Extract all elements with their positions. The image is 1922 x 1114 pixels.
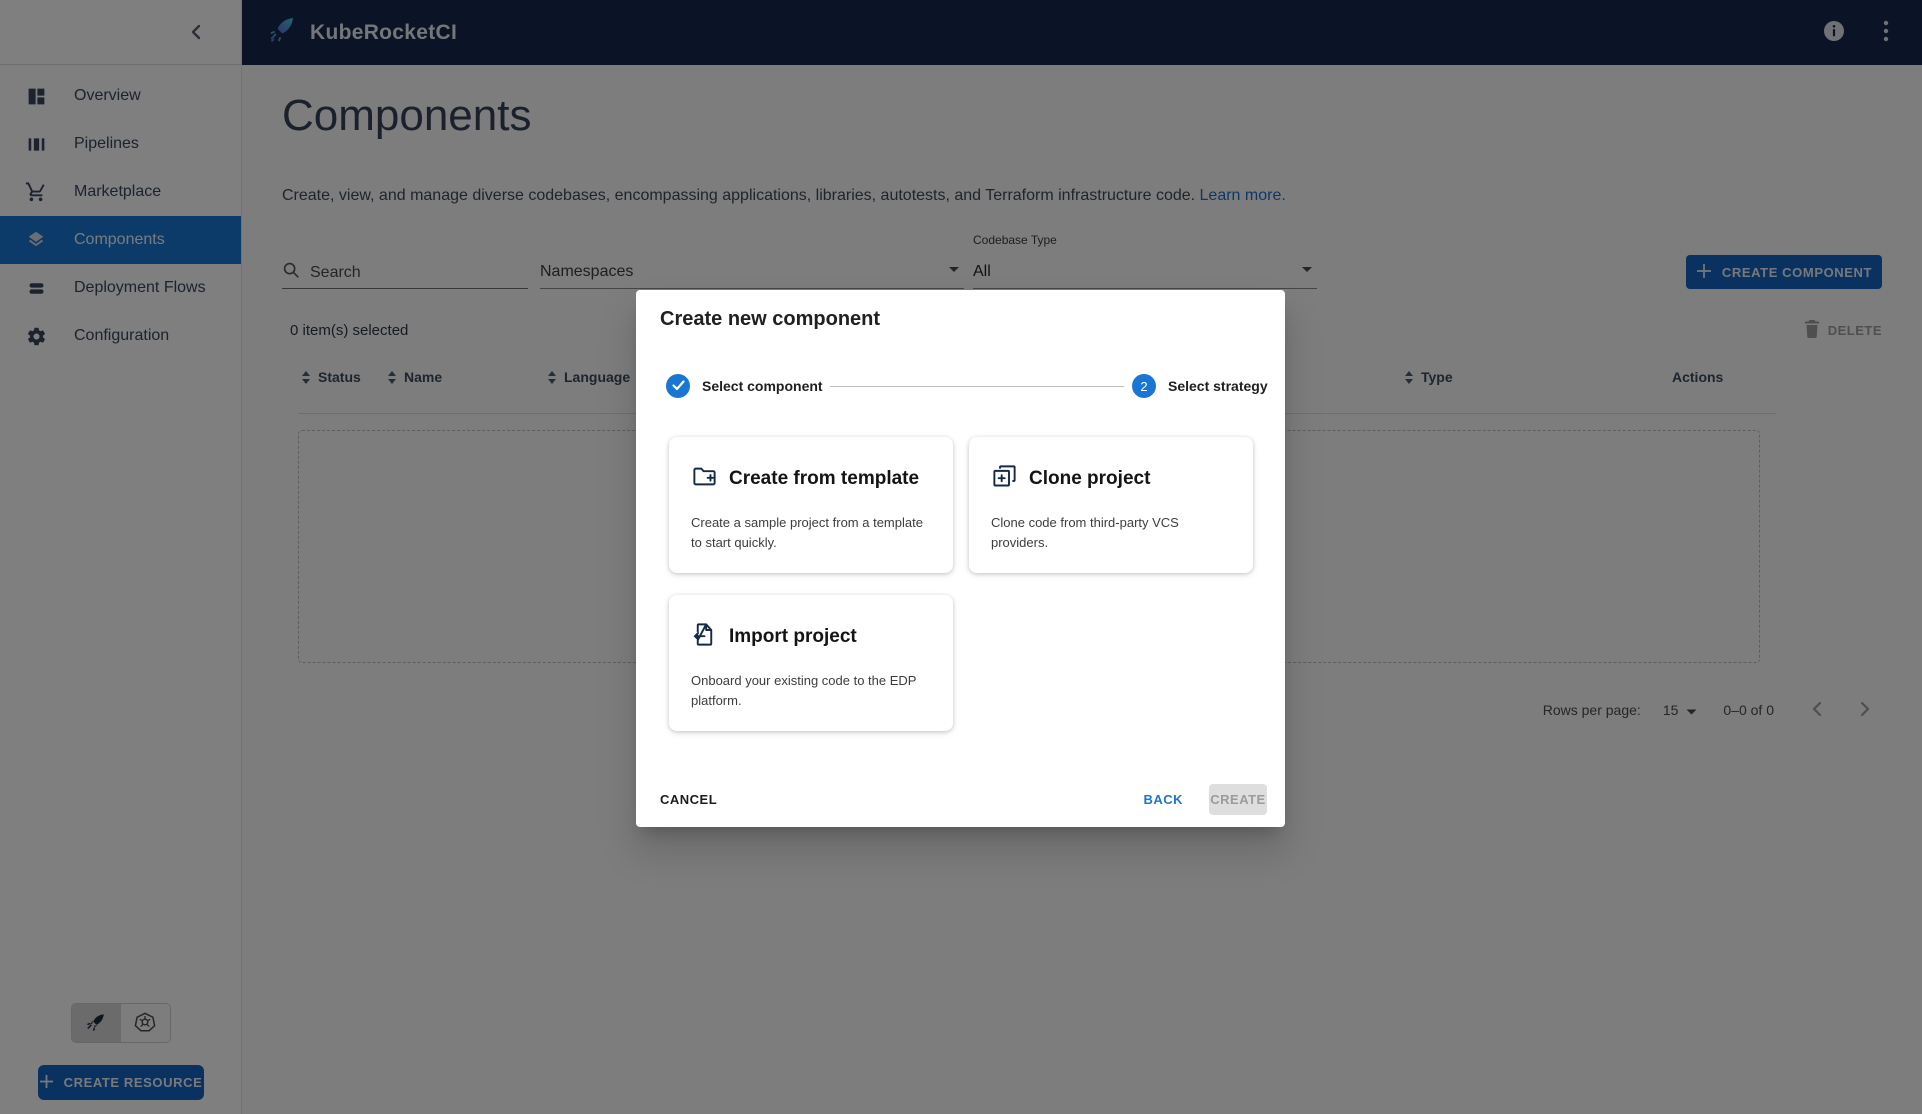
option-import-project[interactable]: Import project Onboard your existing cod… [669,595,953,731]
option-create-from-template[interactable]: Create from template Create a sample pro… [669,437,953,573]
dialog-title: Create new component [660,308,880,331]
step-label: Select component [702,378,823,394]
option-description: Onboard your existing code to the EDP pl… [691,671,927,711]
step-completed-circle [666,374,690,398]
option-description: Create a sample project from a template … [691,513,927,553]
option-clone-project[interactable]: Clone project Clone code from third-part… [969,437,1253,573]
folder-plus-icon [691,463,718,495]
stepper-connector [830,386,1124,387]
option-title: Import project [729,626,857,648]
option-title: Create from template [729,468,919,490]
option-description: Clone code from third-party VCS provider… [991,513,1227,553]
copy-plus-icon [991,463,1018,495]
stepper: Select component 2 Select strategy [636,372,1285,400]
cancel-button[interactable]: CANCEL [652,784,725,815]
file-import-icon [691,621,718,653]
dialog-actions: CANCEL BACK CREATE [636,781,1285,817]
step-active-circle: 2 [1132,374,1156,398]
create-component-dialog: Create new component Select component 2 … [636,290,1285,827]
option-title: Clone project [1029,468,1150,490]
strategy-options: Create from template Create a sample pro… [669,437,1253,731]
app-screen: Overview Pipelines Marketplace Component… [0,0,1922,1114]
back-button[interactable]: BACK [1135,784,1191,815]
step-label: Select strategy [1168,378,1268,394]
create-button[interactable]: CREATE [1209,784,1267,815]
check-icon [672,379,685,394]
